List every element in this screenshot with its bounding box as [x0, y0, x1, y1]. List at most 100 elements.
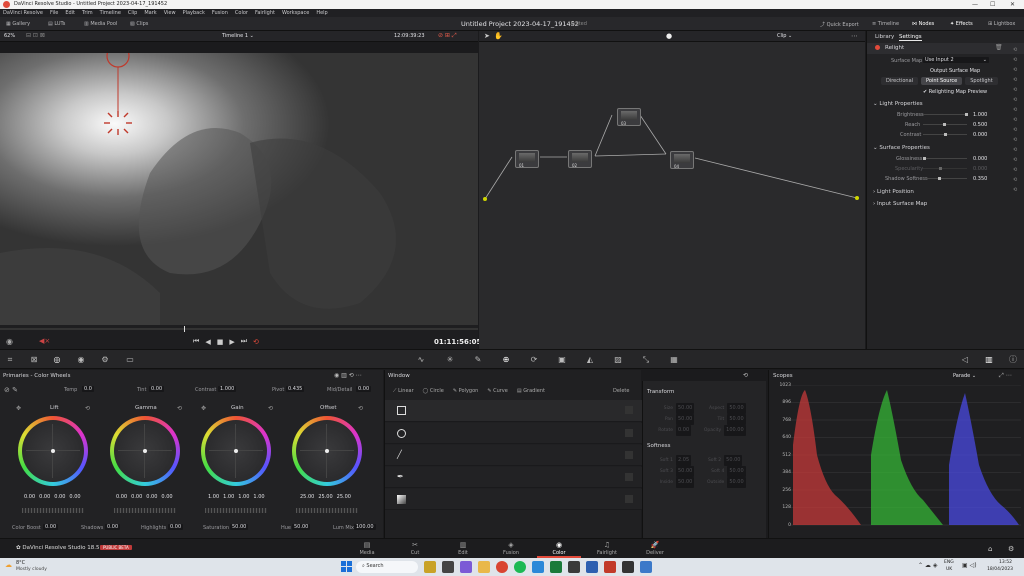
light-type-directional[interactable]: Directional	[881, 77, 919, 85]
go-to-end-icon[interactable]: ⏭	[241, 337, 247, 346]
contrast-slider[interactable]	[923, 133, 967, 136]
info-icon[interactable]: ⓘ	[1008, 355, 1018, 365]
window-row-circle[interactable]	[385, 423, 642, 444]
minimize-icon[interactable]: —	[972, 1, 978, 8]
specularity-slider[interactable]	[923, 167, 967, 170]
taskbar-search[interactable]: ⌕ Search	[356, 561, 418, 573]
light-type-spotlight[interactable]: Spotlight	[965, 77, 998, 85]
shadow-softness-slider[interactable]	[923, 177, 967, 180]
add-curve-button[interactable]: ✎ Curve	[487, 388, 508, 394]
soft2-value[interactable]: 50.00	[724, 455, 743, 466]
blur-icon[interactable]: ◭	[585, 355, 595, 365]
menu-item-fusion[interactable]: Fusion	[212, 10, 228, 16]
quick-export-button[interactable]: ⤴ Quick Export	[820, 21, 859, 28]
loop-icon[interactable]: ⟲	[253, 338, 259, 346]
size-value[interactable]: 50.00	[676, 403, 695, 414]
gamma-values[interactable]: 0.00 0.00 0.00 0.00	[116, 493, 177, 500]
gamma-r[interactable]: 0.00	[131, 494, 142, 500]
window-toggle[interactable]	[625, 495, 633, 503]
taskbar-app-taskview-icon[interactable]	[442, 561, 454, 573]
gallery-button[interactable]: ▦ Gallery	[6, 21, 30, 27]
menu-item-edit[interactable]: Edit	[65, 10, 75, 16]
surface-map-dropdown[interactable]: Use Input 2 ⌄	[923, 57, 989, 63]
highlights-value[interactable]: 0.00	[168, 524, 184, 530]
surface-properties-section[interactable]: ⌄ Surface Properties	[873, 145, 930, 151]
viewer-layout-icon[interactable]: ⊟ ⊡ ⊠	[26, 32, 45, 39]
lift-b[interactable]: 0.00	[69, 494, 80, 500]
gain-picker-icon[interactable]: ✥	[201, 405, 206, 412]
gain-values[interactable]: 1.00 1.00 1.00 1.00	[208, 493, 269, 500]
circle-window-icon[interactable]	[397, 429, 406, 438]
node-page-dot-icon[interactable]: ●	[666, 32, 672, 40]
delete-effect-icon[interactable]: 🗑	[995, 44, 1003, 51]
menu-item-davinci[interactable]: DaVinci Resolve	[3, 10, 43, 16]
color-boost-value[interactable]: 0.00	[43, 524, 59, 530]
gain-r[interactable]: 1.00	[223, 494, 234, 500]
gamma-y[interactable]: 0.00	[116, 494, 127, 500]
add-gradient-button[interactable]: ▤ Gradient	[517, 388, 545, 394]
taskbar-app-outlook-icon[interactable]	[532, 561, 544, 573]
resolve-fx-icon[interactable]: ◉	[6, 337, 13, 346]
magic-mask-icon[interactable]: ▣	[557, 355, 567, 365]
taskbar-app-teams-icon[interactable]	[460, 561, 472, 573]
gain-master-wheel[interactable]	[205, 508, 267, 513]
maximize-icon[interactable]: ☐	[990, 1, 995, 8]
slider-handle[interactable]	[943, 123, 946, 126]
taskbar-app-misc-icon[interactable]	[622, 561, 634, 573]
curve-window-icon[interactable]: ✒	[397, 472, 404, 481]
clips-button[interactable]: ▧ Clips	[130, 21, 148, 27]
menu-item-mark[interactable]: Mark	[144, 10, 156, 16]
tab-settings[interactable]: Settings	[899, 34, 922, 41]
mid-detail-value[interactable]: 0.00	[356, 386, 372, 392]
input-surface-map-section[interactable]: › Input Surface Map	[873, 201, 927, 207]
gain-reset-icon[interactable]: ⟲	[268, 405, 273, 412]
gamma-g[interactable]: 0.00	[146, 494, 157, 500]
lum-mix-value[interactable]: 100.00	[354, 524, 376, 530]
rgb-mixer-icon[interactable]: ⚙	[100, 355, 110, 365]
aspect-value[interactable]: 50.00	[727, 403, 746, 414]
menu-item-timeline[interactable]: Timeline	[100, 10, 121, 16]
lift-y[interactable]: 0.00	[24, 494, 35, 500]
color-warper-icon[interactable]: ✳	[445, 355, 455, 365]
delete-window-button[interactable]: Delete	[613, 388, 629, 394]
page-fairlight[interactable]: ♫ Fairlight	[587, 541, 627, 556]
reach-value[interactable]: 0.500	[973, 122, 987, 128]
lift-wheel-handle[interactable]	[51, 449, 55, 453]
light-position-section[interactable]: › Light Position	[873, 189, 914, 195]
system-tray-icons[interactable]: ⌃ ☁ ◈	[918, 562, 937, 569]
offset-values[interactable]: 25.00 25.00 25.00	[300, 493, 355, 500]
lift-r[interactable]: 0.00	[39, 494, 50, 500]
hue-value[interactable]: 50.00	[292, 524, 311, 530]
timeline-toggle-button[interactable]: ≡ Timeline	[872, 21, 899, 27]
close-icon[interactable]: ✕	[1010, 1, 1015, 8]
gradient-window-icon[interactable]	[397, 495, 406, 504]
offset-master-wheel[interactable]	[296, 508, 358, 513]
node-mode-selector[interactable]: Clip ⌄	[777, 33, 792, 39]
slider-handle[interactable]	[939, 167, 942, 170]
reach-slider[interactable]	[923, 123, 967, 126]
node-03[interactable]: 03	[617, 108, 641, 126]
playhead[interactable]	[184, 326, 185, 332]
offset-wheel[interactable]	[292, 416, 362, 486]
clip-icons[interactable]: ⊘ ⊞ ⤢	[438, 32, 457, 40]
color-match-icon[interactable]: ⊠	[29, 355, 39, 365]
rotate-value[interactable]: 0.00	[676, 425, 692, 436]
menu-item-trim[interactable]: Trim	[82, 10, 93, 16]
window-toggle[interactable]	[625, 451, 633, 459]
window-row-gradient[interactable]	[385, 489, 642, 510]
3d-icon[interactable]: ▦	[669, 355, 679, 365]
temp-value[interactable]: 0.0	[82, 386, 94, 392]
saturation-value[interactable]: 50.00	[230, 524, 249, 530]
gamma-wheel[interactable]	[110, 416, 180, 486]
gamma-master-wheel[interactable]	[114, 508, 176, 513]
lift-picker-icon[interactable]: ✥	[16, 405, 21, 412]
shadows-value[interactable]: 0.00	[105, 524, 121, 530]
go-to-start-icon[interactable]: ⏮	[193, 337, 199, 346]
node-02[interactable]: 02	[568, 150, 592, 168]
start-button[interactable]	[341, 561, 352, 572]
page-color[interactable]: ◉ Color	[537, 541, 581, 558]
scope-type-dropdown[interactable]: Parade ⌄	[953, 373, 976, 379]
stop-icon[interactable]: ■	[217, 338, 224, 346]
page-edit[interactable]: ▥ Edit	[443, 541, 483, 556]
tab-library[interactable]: Library	[875, 34, 894, 40]
